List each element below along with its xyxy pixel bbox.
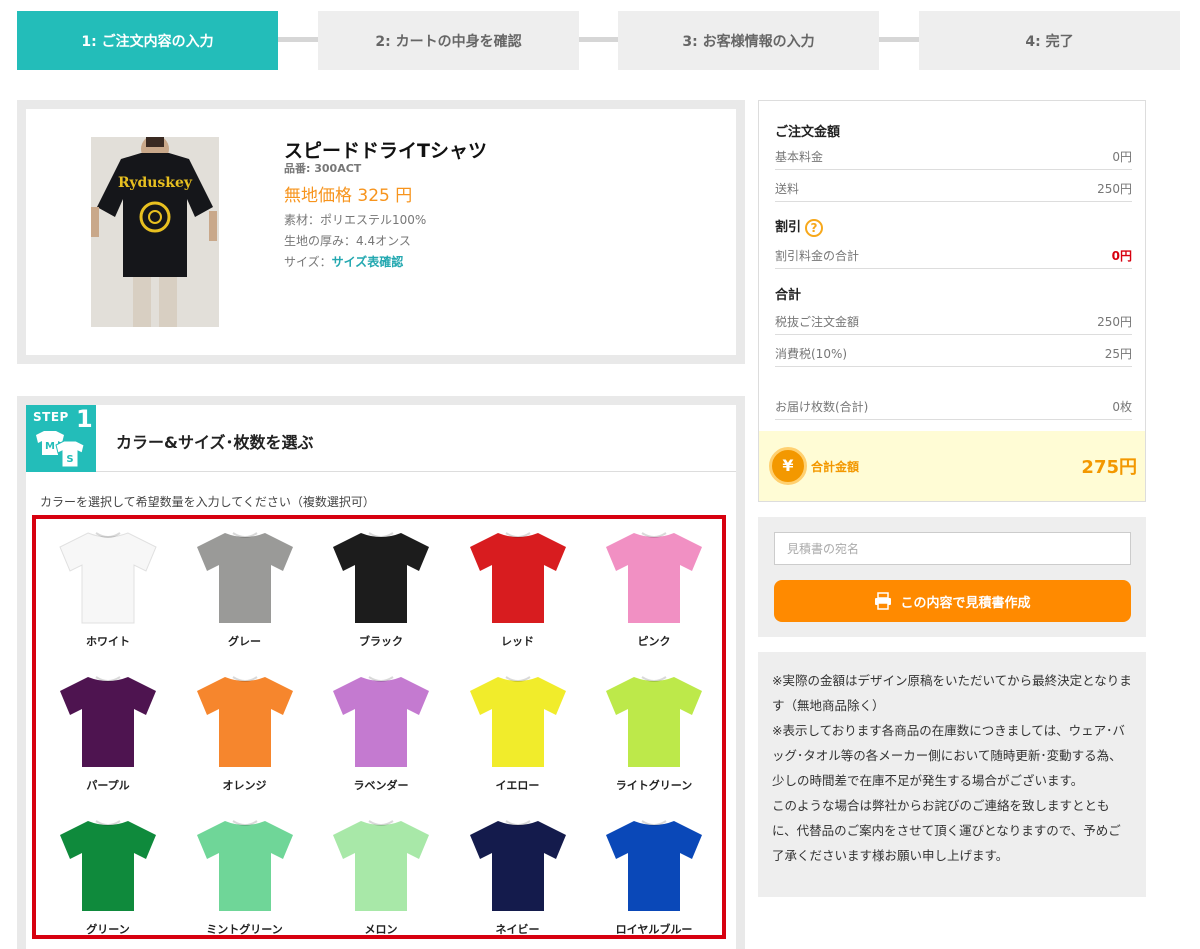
tshirt-swatch-icon [196, 532, 293, 623]
summary-row-quantity: お届け枚数(合計) 0枚 [775, 398, 1132, 420]
tshirt-swatch-icon [606, 532, 702, 623]
color-option[interactable]: グリーン [48, 815, 168, 949]
color-label: ライトグリーン [615, 779, 693, 792]
color-label: ブラック [359, 635, 403, 648]
step-1: 1: ご注文内容の入力 [17, 11, 278, 70]
color-option[interactable]: パープル [48, 671, 168, 811]
product-material: 素材：ポリエステル100% [284, 213, 427, 227]
create-quote-button[interactable]: この内容で見積書作成 [774, 580, 1131, 622]
help-icon[interactable]: ? [805, 218, 824, 237]
color-option[interactable]: ブラック [321, 527, 441, 667]
note-3: このような場合は弊社からお詫びのご連絡を致しますとともに、代替品のご案内をさせて… [772, 798, 1121, 863]
summary-row-shipping: 送料 250円 [775, 180, 1132, 202]
tshirt-swatch-icon [60, 820, 156, 911]
step1-panel: STEP 1 M S カラー&サイズ･枚数を選ぶ カラーを選択して希望数量を入力… [17, 396, 745, 949]
tshirt-swatch-icon [196, 676, 293, 767]
color-option[interactable]: オレンジ [185, 671, 305, 811]
order-amount-heading: ご注文金額 [775, 125, 841, 140]
step-connector [278, 37, 318, 42]
color-label: イエロー [495, 779, 540, 792]
size-chart-link[interactable]: サイズ表確認 [332, 255, 404, 269]
notes-box: ※実際の金額はデザイン原稿をいただいてから最終決定となります（無地商品除く） ※… [758, 652, 1146, 897]
tshirt-swatch-icon [333, 676, 429, 767]
discount-heading: 割引? [775, 216, 824, 237]
note-2: ※表示しております各商品の在庫数につきましては、ウェア･バッグ･タオル等の各メー… [772, 723, 1125, 788]
tshirt-swatch-icon [333, 532, 429, 623]
product-price: 無地価格 325 円 [284, 186, 413, 206]
color-label: グリーン [86, 923, 130, 936]
color-option[interactable]: ライトグリーン [594, 671, 714, 811]
color-option[interactable]: ピンク [594, 527, 714, 667]
order-summary: ご注文金額 基本料金 0円 送料 250円 割引? 割引料金の合計 0円 合計 税抜ご… [758, 100, 1146, 502]
summary-row-tax: 消費税(10%) 25円 [775, 345, 1132, 367]
color-label: オレンジ [222, 779, 267, 792]
tshirt-size-icon: M S [36, 431, 85, 468]
step-2: 2: カートの中身を確認 [318, 11, 579, 70]
step1-badge: STEP 1 M S [26, 405, 96, 472]
color-option[interactable]: レッド [458, 527, 578, 667]
printer-icon [875, 592, 892, 610]
product-card: Ryduskey スピードドライTシャツ 品番: 300ACT 無地価格 325… [17, 100, 745, 364]
grand-total-box: ¥ 合計金額 275円 [759, 431, 1145, 501]
tshirt-swatch-icon [469, 532, 566, 623]
tshirt-swatch-icon [606, 676, 702, 767]
color-label: メロン [364, 923, 398, 936]
product-thickness: 生地の厚み：4.4オンス [284, 234, 411, 248]
color-instruction: カラーを選択して希望数量を入力してください（複数選択可） [40, 495, 375, 509]
product-sku: 品番: 300ACT [284, 162, 362, 175]
progress-steps: 1: ご注文内容の入力 2: カートの中身を確認 3: お客様情報の入力 4: … [17, 11, 1181, 70]
product-size: サイズ：サイズ表確認 [284, 253, 403, 270]
step-3: 3: お客様情報の入力 [618, 11, 879, 70]
color-label: パープル [86, 779, 130, 792]
note-1: ※実際の金額はデザイン原稿をいただいてから最終決定となります（無地商品除く） [772, 673, 1132, 713]
step-badge-text: STEP [33, 410, 69, 424]
product-image: Ryduskey [91, 137, 219, 327]
summary-row-pretax: 税抜ご注文金額 250円 [775, 313, 1132, 335]
total-heading: 合計 [775, 288, 802, 303]
color-option[interactable]: ロイヤルブルー [594, 815, 714, 949]
step1-header: STEP 1 M S カラー&サイズ･枚数を選ぶ [26, 405, 736, 472]
tshirt-swatch-icon [196, 820, 293, 911]
tshirt-swatch-icon [469, 820, 566, 911]
svg-text:S: S [66, 454, 73, 465]
color-label: ホワイト [86, 635, 130, 648]
product-title: スピードドライTシャツ [284, 140, 487, 162]
tshirt-swatch-icon [60, 676, 156, 767]
color-option[interactable]: ラベンダー [321, 671, 441, 811]
color-option[interactable]: メロン [321, 815, 441, 949]
grand-total-label: 合計金額 [811, 460, 860, 474]
svg-text:M: M [45, 441, 55, 452]
tshirt-swatch-icon [606, 820, 702, 911]
color-option[interactable]: ミントグリーン [185, 815, 305, 949]
color-option[interactable]: グレー [185, 527, 305, 667]
color-option[interactable]: ホワイト [48, 527, 168, 667]
color-grid: ホワイト グレー ブラック レッド ピンクパープル オレンジ ラベンダー イエロー ライトグリー… [32, 515, 726, 939]
color-label: グレー [228, 635, 261, 648]
quote-recipient-input[interactable] [774, 532, 1131, 565]
tshirt-swatch-icon [59, 532, 157, 624]
step-connector [579, 37, 619, 42]
grand-total-value: 275円 [1081, 457, 1137, 478]
step1-title: カラー&サイズ･枚数を選ぶ [116, 433, 314, 452]
summary-row-discount: 割引料金の合計 0円 [775, 247, 1132, 269]
color-label: ミントグリーン [206, 923, 283, 936]
quote-panel: この内容で見積書作成 [758, 517, 1146, 637]
color-label: ピンク [637, 635, 671, 648]
svg-text:Ryduskey: Ryduskey [118, 175, 193, 191]
yen-icon: ¥ [769, 447, 807, 485]
tshirt-swatch-icon [469, 676, 566, 767]
color-option[interactable]: イエロー [458, 671, 578, 811]
color-label: レッド [501, 635, 534, 648]
color-label: ロイヤルブルー [615, 923, 693, 936]
step-connector [879, 37, 919, 42]
step-4: 4: 完了 [919, 11, 1180, 70]
size-label: サイズ： [284, 255, 332, 269]
summary-row-base: 基本料金 0円 [775, 148, 1132, 170]
color-option[interactable]: ネイビー [458, 815, 578, 949]
color-label: ラベンダー [353, 779, 409, 792]
color-label: ネイビー [495, 923, 540, 936]
tshirt-swatch-icon [333, 820, 429, 911]
